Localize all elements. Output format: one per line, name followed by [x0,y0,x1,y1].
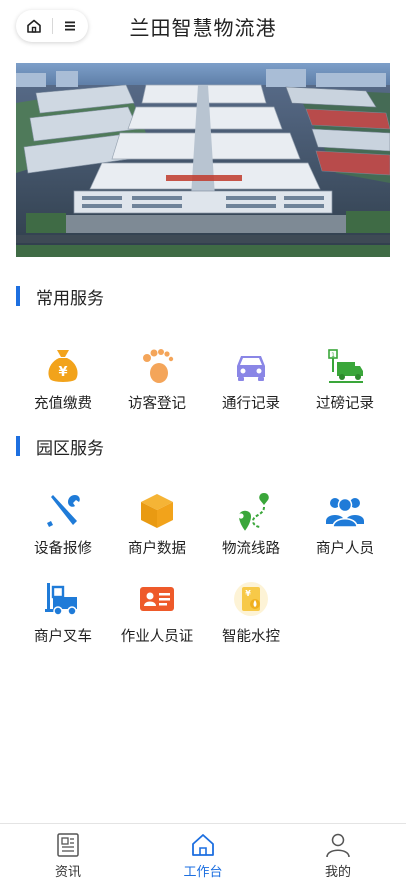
tab-label: 资讯 [54,865,81,880]
service-label: 访客登记 [128,396,186,412]
tab-workbench[interactable]: 工作台 [135,824,271,883]
service-weighing-records[interactable]: 1 过磅记录 [297,344,393,414]
bottom-tab-bar: 资讯 工作台 我的 [0,823,406,883]
service-merchant-forklift[interactable]: 商户叉车 [15,577,111,647]
tab-news[interactable]: 资讯 [0,824,136,883]
water-card-icon: ¥ [229,577,273,621]
service-logistics-routes[interactable]: 物流线路 [203,489,299,559]
car-icon [229,344,273,388]
service-label: 物流线路 [222,541,280,557]
service-label: 过磅记录 [316,396,374,412]
service-recharge[interactable]: ¥ 充值缴费 [15,344,111,414]
service-label: 设备报修 [34,541,92,557]
service-label: 商户数据 [128,541,186,557]
tab-label: 工作台 [183,865,223,880]
news-icon [57,833,79,857]
service-equipment-repair[interactable]: 设备报修 [15,489,111,559]
weighbridge-truck-icon: 1 [323,344,367,388]
service-merchant-data[interactable]: 商户数据 [109,489,205,559]
forklift-icon [41,577,85,621]
section-title-text: 常用服务 [36,288,104,309]
route-pin-icon [229,489,273,533]
wrench-screwdriver-icon [41,489,85,533]
service-label: 商户人员 [316,541,374,557]
section-common-services: 常用服务 [16,285,104,309]
service-worker-certificate[interactable]: 作业人员证 [109,577,205,647]
section-park-services: 园区服务 [16,435,104,459]
home-icon [192,834,214,856]
footprint-icon [135,344,179,388]
section-title-text: 园区服务 [36,438,104,459]
logistics-park-aerial-photo [16,63,390,257]
banner-image[interactable] [16,63,390,257]
box-icon [135,489,179,533]
svg-text:1: 1 [331,352,335,359]
section-accent-bar [16,286,20,306]
svg-text:¥: ¥ [58,365,67,380]
service-visitor-registration[interactable]: 访客登记 [109,344,205,414]
tab-mine[interactable]: 我的 [270,824,406,883]
service-label: 作业人员证 [120,629,194,645]
service-merchant-staff[interactable]: 商户人员 [297,489,393,559]
service-label: 商户叉车 [34,629,92,645]
money-bag-icon: ¥ [41,344,85,388]
people-group-icon [323,489,367,533]
page-title: 兰田智慧物流港 [129,16,277,40]
service-smart-water-control[interactable]: ¥ 智能水控 [203,577,299,647]
section-accent-bar [16,436,20,456]
service-label: 通行记录 [222,396,280,412]
user-icon [326,833,350,858]
tab-label: 我的 [324,865,351,880]
top-bar: 兰田智慧物流港 [0,0,406,56]
id-card-icon [135,577,179,621]
svg-text:¥: ¥ [245,589,251,598]
service-pass-records[interactable]: 通行记录 [203,344,299,414]
service-label: 充值缴费 [34,396,92,412]
service-label: 智能水控 [222,629,280,645]
